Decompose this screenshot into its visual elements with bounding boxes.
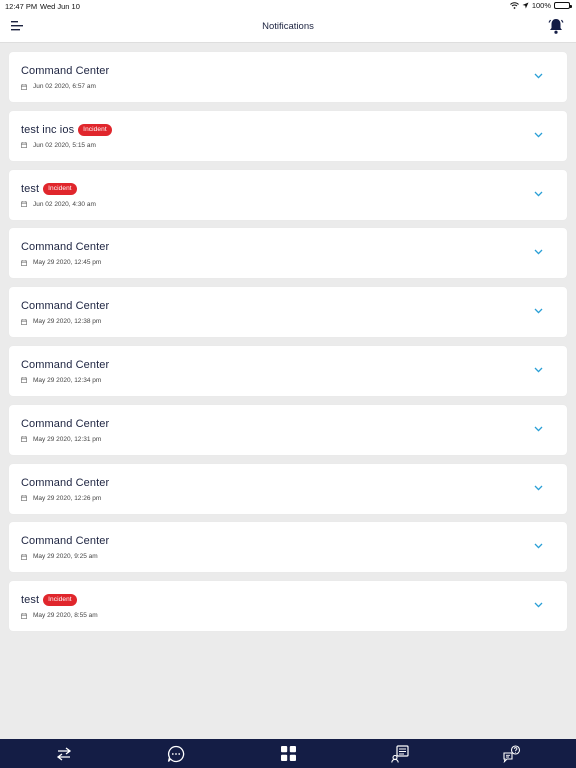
notification-card[interactable]: test Incident May 29 2020, 8:55 am [9, 581, 567, 632]
incident-badge: Incident [43, 182, 77, 195]
notification-title-row: Command Center [21, 535, 109, 547]
notification-title-row: Command Center [21, 359, 109, 371]
notification-datetime: May 29 2020, 12:45 pm [33, 259, 102, 267]
notification-title: Command Center [21, 476, 110, 489]
notification-title-row: test Incident [21, 182, 77, 195]
notification-card[interactable]: Command Center May 29 2020, 12:31 pm [9, 404, 567, 455]
chevron-down-icon[interactable] [534, 543, 543, 549]
battery-percent: 100% [531, 1, 551, 10]
battery-icon [554, 2, 572, 9]
tab-help[interactable] [501, 743, 523, 765]
header: Notifications [0, 12, 576, 43]
notification-datetime: May 29 2020, 9:25 am [33, 553, 98, 561]
notification-list: Command Center Jun 02 2020, 6:57 am test… [9, 52, 567, 640]
calendar-icon [21, 436, 27, 443]
chevron-down-icon[interactable] [534, 426, 543, 432]
notification-title-row: Command Center [21, 477, 109, 489]
status-bar: 12:47 PM Wed Jun 10 100% [0, 0, 576, 12]
notification-card[interactable]: Command Center Jun 02 2020, 6:57 am [9, 52, 567, 102]
chevron-down-icon[interactable] [534, 367, 543, 373]
calendar-icon [21, 318, 27, 325]
chevron-down-icon[interactable] [534, 485, 543, 491]
notification-datetime: May 29 2020, 12:31 pm [33, 435, 102, 443]
calendar-icon [21, 83, 27, 90]
chat-bubble-icon [167, 745, 185, 762]
notification-title-row: Command Center [21, 418, 109, 430]
notification-meta: May 29 2020, 12:45 pm [21, 259, 101, 266]
incident-badge: Incident [43, 594, 77, 607]
calendar-icon [21, 612, 27, 619]
notification-meta: Jun 02 2020, 4:30 am [21, 201, 96, 208]
tab-transfer[interactable] [53, 743, 75, 765]
notification-title-row: Command Center [21, 300, 109, 312]
notification-title-row: test Incident [21, 594, 77, 607]
chevron-down-icon[interactable] [534, 132, 543, 138]
calendar-icon [21, 495, 27, 501]
notification-meta: May 29 2020, 12:31 pm [21, 436, 101, 443]
notification-meta: May 29 2020, 12:38 pm [21, 318, 101, 325]
notification-meta: May 29 2020, 12:34 pm [21, 377, 101, 384]
chevron-down-icon[interactable] [534, 602, 543, 608]
notification-title: Command Center [21, 65, 110, 77]
notification-datetime: May 29 2020, 12:38 pm [33, 318, 102, 326]
tab-bar [0, 739, 576, 768]
notification-card[interactable]: test inc ios Incident Jun 02 2020, 5:15 a… [9, 110, 567, 161]
grid-icon [280, 746, 296, 761]
notification-card[interactable]: Command Center May 29 2020, 12:34 pm [9, 345, 567, 396]
notification-meta: Jun 02 2020, 6:57 am [21, 83, 96, 90]
page-title: Notifications [262, 21, 314, 32]
calendar-icon [21, 377, 27, 384]
help-chat-icon [503, 744, 521, 763]
notification-title: test [21, 594, 40, 607]
chevron-down-icon[interactable] [534, 249, 543, 255]
location-arrow-icon [522, 2, 529, 9]
notification-title: Command Center [21, 300, 110, 313]
notification-title: test inc ios [21, 123, 75, 136]
status-time: 12:47 PM [5, 2, 38, 11]
notification-card[interactable]: Command Center May 29 2020, 9:25 am [9, 522, 567, 573]
status-date: Wed Jun 10 [40, 2, 80, 11]
user-list-icon [391, 744, 409, 763]
notification-datetime: Jun 02 2020, 4:30 am [33, 200, 96, 208]
notification-datetime: May 29 2020, 12:26 pm [33, 494, 102, 502]
incident-badge: Incident [78, 123, 112, 136]
calendar-icon [21, 142, 27, 149]
calendar-icon [21, 260, 27, 266]
swap-arrows-icon [56, 746, 72, 761]
notification-meta: May 29 2020, 8:55 am [21, 612, 98, 619]
tab-dashboard[interactable] [277, 743, 299, 765]
notification-meta: May 29 2020, 9:25 am [21, 553, 98, 560]
calendar-icon [21, 554, 27, 560]
chevron-down-icon[interactable] [534, 73, 543, 79]
notification-title: Command Center [21, 417, 110, 430]
notification-card[interactable]: Command Center May 29 2020, 12:26 pm [9, 463, 567, 514]
notification-card[interactable]: Command Center May 29 2020, 12:38 pm [9, 287, 567, 338]
tab-chat[interactable] [165, 743, 187, 765]
status-right: 100% [509, 1, 572, 10]
notification-datetime: May 29 2020, 12:34 pm [33, 376, 102, 384]
notification-title-row: Command Center [21, 65, 109, 77]
notification-title: Command Center [21, 358, 110, 371]
notification-datetime: May 29 2020, 8:55 am [33, 612, 98, 620]
chevron-down-icon[interactable] [534, 308, 543, 314]
notification-title-row: test inc ios Incident [21, 123, 112, 136]
notification-datetime: Jun 02 2020, 6:57 am [33, 83, 96, 90]
notification-datetime: Jun 02 2020, 5:15 am [33, 141, 96, 149]
notification-card[interactable]: test Incident Jun 02 2020, 4:30 am [9, 169, 567, 220]
notification-title-row: Command Center [21, 241, 109, 253]
notification-title: Command Center [21, 535, 110, 548]
notification-card[interactable]: Command Center May 29 2020, 12:45 pm [9, 228, 567, 279]
wifi-icon [509, 2, 519, 9]
notification-meta: May 29 2020, 12:26 pm [21, 495, 101, 502]
tab-contacts[interactable] [389, 743, 411, 765]
notification-title: Command Center [21, 241, 110, 254]
bell-icon[interactable] [548, 17, 564, 35]
chevron-down-icon[interactable] [534, 191, 543, 197]
notification-meta: Jun 02 2020, 5:15 am [21, 142, 96, 149]
calendar-icon [21, 201, 27, 207]
notification-title: test [21, 182, 40, 195]
